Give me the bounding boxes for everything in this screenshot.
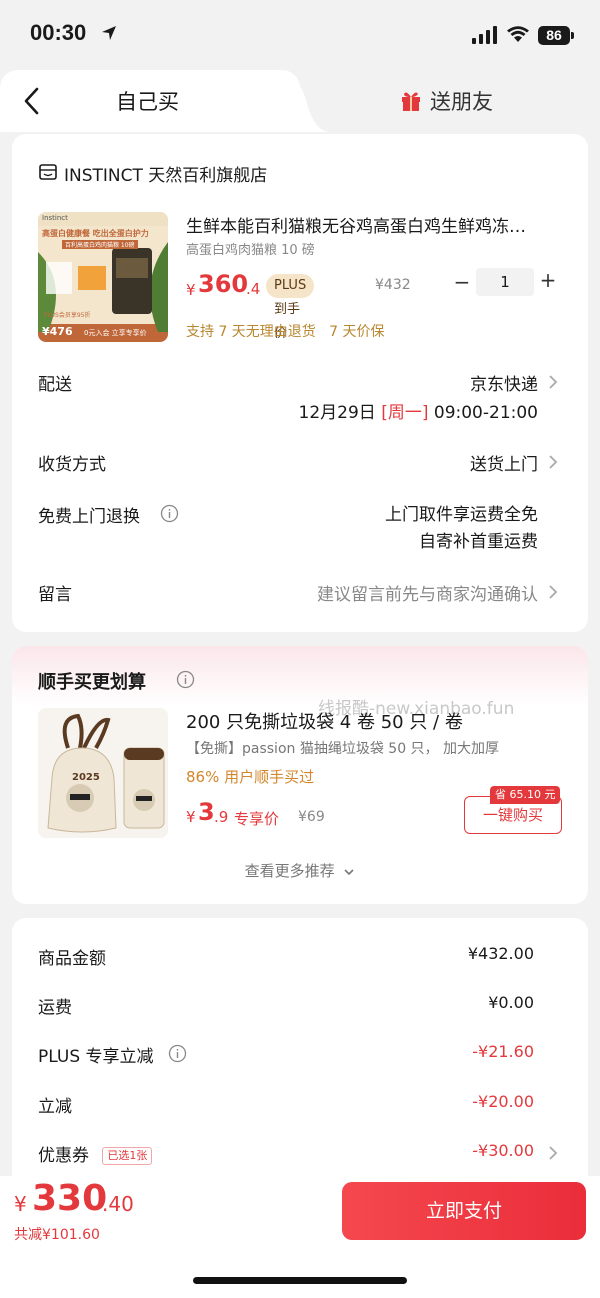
product-image-cta: 0元入会 立享专享价: [84, 329, 147, 337]
addon-price-decimal: .9: [214, 808, 229, 826]
total-saved: 共减¥101.60: [14, 1227, 100, 1243]
cellular-signal-icon: [472, 26, 497, 44]
total-symbol: ¥: [14, 1192, 27, 1216]
tab-gift-friend[interactable]: 送朋友: [430, 86, 493, 116]
instant-cut-label: 立减: [38, 1097, 72, 1117]
plus-discount-info-icon[interactable]: [168, 1044, 187, 1063]
quantity-minus-button[interactable]: −: [452, 270, 472, 294]
delivery-label: 配送: [38, 375, 72, 395]
more-recommend-link[interactable]: 查看更多推荐: [12, 860, 588, 881]
addon-purchase-stat: 86% 用户顺手买过: [186, 768, 315, 786]
product-image-promo: PLUS会员享95折: [44, 312, 91, 319]
addon-price-integer: 3: [198, 798, 215, 826]
battery-indicator: 86: [538, 26, 570, 45]
quantity-input[interactable]: 1: [476, 268, 534, 296]
free-return-line2: 自寄补首重运费: [419, 532, 538, 552]
addon-recommend-card: 顺手买更划算 线报酷-new.xianbao.fun 2025 200 只免撕垃…: [12, 646, 588, 904]
coupon-row[interactable]: 优惠券 已选1张: [38, 1141, 153, 1166]
back-arrow-icon[interactable]: [22, 86, 42, 116]
total-integer: 330: [32, 1178, 108, 1219]
product-image-headline: 高蛋白健康餐 吃出全蛋白护力: [42, 229, 149, 238]
receive-method-value[interactable]: 送货上门: [470, 450, 538, 475]
home-indicator[interactable]: [193, 1277, 407, 1284]
note-label: 留言: [38, 585, 72, 605]
instant-cut-value: -¥20.00: [472, 1092, 534, 1111]
original-price: ¥432: [375, 277, 411, 293]
addon-info-icon[interactable]: [176, 670, 195, 689]
coupon-label: 优惠券: [38, 1146, 89, 1166]
price-summary-card: 商品金额 ¥432.00 运费 ¥0.00 PLUS 专享立减 -¥21.60 …: [12, 918, 588, 1198]
plus-discount-label: PLUS 专享立减: [38, 1047, 154, 1067]
addon-title: 顺手买更划算: [38, 672, 146, 693]
more-recommend-label: 查看更多推荐: [244, 862, 335, 880]
coupon-chevron-icon[interactable]: [548, 1145, 558, 1161]
price-integer: 360: [198, 270, 249, 298]
save-amount-badge: 省 65.10 元: [490, 786, 561, 804]
addon-product-name[interactable]: 200 只免撕垃圾袋 4 卷 50 只 / 卷: [186, 708, 463, 734]
shipping-label: 运费: [38, 998, 72, 1018]
addon-price-tag: 专享价: [234, 810, 280, 828]
tab-curve-decoration: [290, 80, 330, 132]
goods-amount-value: ¥432.00: [467, 944, 534, 963]
note-input[interactable]: 建议留言前先与商家沟通确认: [317, 580, 538, 605]
addon-original-price: ¥69: [298, 809, 325, 825]
addon-image-art: [38, 708, 168, 838]
pay-now-button[interactable]: 立即支付: [342, 1182, 586, 1240]
product-image-brand: Instinct: [42, 214, 68, 222]
gift-icon: [402, 92, 420, 111]
delivery-chevron-icon[interactable]: [548, 374, 558, 390]
delivery-time[interactable]: 12月29日 [周一] 09:00-21:00: [299, 398, 538, 423]
coupon-value[interactable]: -¥30.00: [472, 1141, 534, 1160]
addon-product-desc[interactable]: 【免撕】passion 猫抽绳垃圾袋 50 只， 加大加厚: [186, 738, 499, 758]
status-time: 00:30: [30, 20, 87, 45]
free-return-label: 免费上门退换: [38, 507, 140, 527]
product-image-badge: 百利高蛋白鸡肉猫粮 10磅: [62, 240, 138, 249]
product-spec[interactable]: 高蛋白鸡肉猫粮 10 磅: [186, 239, 315, 258]
receive-method-label: 收货方式: [38, 455, 106, 475]
price-symbol: ¥: [186, 281, 196, 299]
note-chevron-icon[interactable]: [548, 584, 558, 600]
battery-tip: [571, 32, 574, 39]
addon-price-symbol: ¥: [186, 808, 196, 826]
delivery-date: 12月29日: [298, 403, 376, 423]
quantity-plus-button[interactable]: +: [538, 268, 558, 292]
goods-amount-label: 商品金额: [38, 949, 106, 969]
checkout-bar: ¥ 330 .40 共减¥101.60 立即支付: [0, 1176, 600, 1298]
tab-self-buy-label[interactable]: 自己买: [116, 86, 179, 116]
store-name[interactable]: INSTINCT 天然百利旗舰店: [64, 161, 267, 186]
status-bar: 00:30 86: [0, 0, 600, 70]
product-title[interactable]: 生鲜本能百利猫粮无谷鸡高蛋白鸡生鲜鸡冻…: [186, 212, 566, 237]
info-icon[interactable]: [160, 504, 179, 523]
delivery-slot: 09:00-21:00: [433, 403, 538, 423]
plus-price-badge: PLUS 到手价: [266, 274, 315, 341]
delivery-weekday: [周一]: [381, 403, 429, 423]
free-return-line1: 上门取件享运费全免: [385, 505, 538, 525]
product-image[interactable]: Instinct 高蛋白健康餐 吃出全蛋白护力 百利高蛋白鸡肉猫粮 10磅 PL…: [38, 212, 168, 342]
addon-product-image[interactable]: 2025: [38, 708, 168, 838]
addon-image-year: 2025: [72, 772, 100, 783]
wifi-icon: [507, 26, 529, 42]
coupon-selected-tag: 已选1张: [102, 1147, 153, 1165]
total-decimal: .40: [102, 1192, 134, 1216]
order-card: INSTINCT 天然百利旗舰店 Instinct 高蛋白健康餐 吃出全蛋白护力…: [12, 134, 588, 632]
plus-discount-value: -¥21.60: [472, 1042, 534, 1061]
service-guarantee: 支持 7 天无理由退货 7 天价保: [186, 324, 385, 340]
chevron-down-icon: [344, 868, 354, 875]
location-arrow-icon: [102, 26, 116, 40]
shipping-value: ¥0.00: [488, 993, 534, 1012]
product-image-price: ¥476: [42, 325, 73, 338]
receive-chevron-icon[interactable]: [548, 454, 558, 470]
delivery-carrier[interactable]: 京东快递: [470, 370, 538, 395]
purchase-mode-tabs: 自己买 送朋友: [0, 70, 600, 132]
store-icon: [39, 164, 57, 180]
price-decimal: .4: [246, 280, 261, 298]
quantity-stepper: − 1 +: [452, 268, 582, 298]
